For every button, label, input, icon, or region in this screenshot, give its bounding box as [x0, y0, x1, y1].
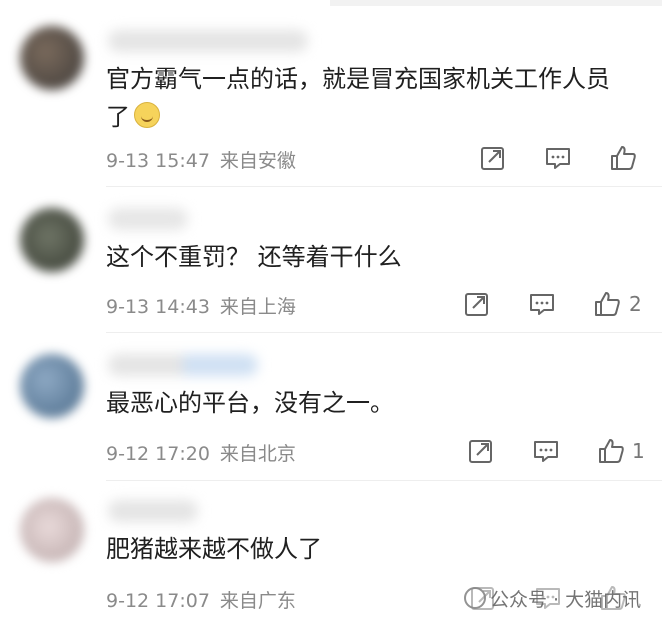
share-button[interactable]	[462, 289, 492, 319]
like-button[interactable]	[596, 436, 626, 466]
top-divider	[330, 0, 662, 6]
avatar[interactable]	[20, 498, 84, 562]
comment-text-content: 肥猪越来越不做人了	[106, 535, 322, 563]
comment-button[interactable]	[527, 289, 557, 319]
comment-divider	[106, 332, 662, 333]
share-button[interactable]	[478, 143, 508, 173]
like-button[interactable]	[608, 143, 638, 173]
like-count: 2	[629, 292, 642, 316]
comment-location: 来自北京	[219, 443, 296, 465]
username-blurred[interactable]	[108, 30, 308, 52]
comment-date: 9-13 15:47	[106, 150, 210, 172]
comment-location: 来自上海	[219, 296, 296, 318]
comment-meta: 9-13 15:47 来自安徽	[106, 146, 296, 173]
username-blurred[interactable]	[108, 208, 188, 230]
comment-button[interactable]	[531, 436, 561, 466]
avatar[interactable]	[20, 354, 84, 418]
comment-divider	[106, 186, 662, 187]
comment-icon	[546, 148, 570, 169]
comment-date: 9-12 17:07	[106, 590, 210, 612]
comment-text-content: 最恶心的平台，没有之一。	[106, 389, 394, 417]
comment-text: 肥猪越来越不做人了	[106, 530, 638, 568]
comment-text-content: 官方霸气一点的话，就是冒充国家机关工作人员 了	[106, 65, 610, 131]
comment-button[interactable]	[543, 143, 573, 173]
like-count: 1	[632, 439, 645, 463]
comment-icon	[534, 441, 558, 462]
username-blurred[interactable]	[108, 354, 258, 376]
like-button[interactable]	[592, 289, 622, 319]
avatar[interactable]	[20, 26, 84, 90]
comment-text-content: 这个不重罚？ 还等着干什么	[106, 243, 402, 271]
comment-text: 这个不重罚？ 还等着干什么	[106, 238, 638, 276]
avatar[interactable]	[20, 208, 84, 272]
comment-location: 来自安徽	[219, 150, 296, 172]
username-blurred[interactable]	[108, 500, 198, 522]
thumbs-up-icon	[611, 146, 636, 170]
comment-date: 9-12 17:20	[106, 443, 210, 465]
comment-text: 最恶心的平台，没有之一。	[106, 384, 638, 422]
share-icon	[481, 147, 504, 170]
comment-meta: 9-12 17:20 来自北京	[106, 439, 296, 466]
comment-location: 来自广东	[219, 590, 296, 612]
comment-icon	[530, 294, 554, 315]
watermark-text: 公众号 · 大猫内讯	[490, 589, 642, 611]
grimacing-face-emoji-icon	[134, 102, 160, 128]
share-icon	[469, 440, 492, 463]
comment-meta: 9-12 17:07 来自广东	[106, 586, 296, 613]
comment-meta: 9-13 14:43 来自上海	[106, 292, 296, 319]
watermark: 公众号 · 大猫内讯	[464, 585, 641, 612]
comment-divider	[106, 480, 662, 481]
thumbs-up-icon	[595, 292, 620, 316]
wechat-official-account-icon	[464, 587, 486, 609]
comment-date: 9-13 14:43	[106, 296, 210, 318]
share-button[interactable]	[466, 436, 496, 466]
thumbs-up-icon	[599, 439, 624, 463]
comment-text: 官方霸气一点的话，就是冒充国家机关工作人员 了	[106, 60, 638, 136]
share-icon	[465, 293, 488, 316]
